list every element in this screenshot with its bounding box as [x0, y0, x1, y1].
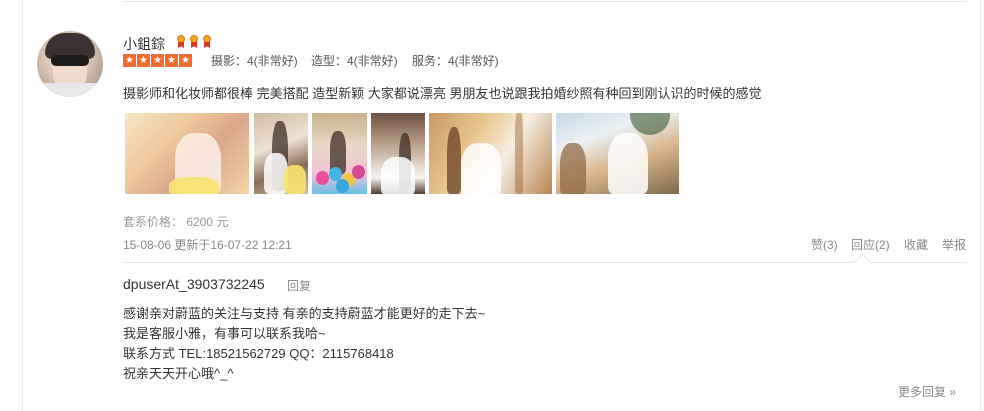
review-timestamp: 15-08-06 更新于16-07-22 12:21: [123, 238, 292, 252]
more-replies-link[interactable]: 更多回复 »: [898, 383, 956, 400]
medal-icon: [201, 35, 213, 49]
report-button[interactable]: 举报: [942, 236, 966, 253]
star-rating: ★ ★ ★ ★ ★: [123, 54, 192, 67]
medal-icon: [175, 35, 187, 49]
favorite-button[interactable]: 收藏: [904, 236, 928, 253]
divider-reply: [123, 262, 967, 263]
star-icon: ★: [179, 54, 192, 67]
reply-text-line: 联系方式 TEL:18521562729 QQ：2115768418: [123, 346, 394, 361]
review-photo[interactable]: [556, 113, 679, 194]
star-icon: ★: [123, 54, 136, 67]
review-photo[interactable]: [312, 113, 367, 194]
reply-pointer: [853, 253, 872, 272]
score-styling: 造型：4(非常好): [311, 54, 398, 68]
reply-text-line: 感谢亲对蔚蓝的关注与支持 有亲的支持蔚蓝才能更好的走下去~: [123, 306, 486, 321]
reply-text-line: 祝亲天天开心哦^_^: [123, 366, 234, 381]
reply-username[interactable]: dpuserAt_3903732245: [123, 276, 265, 292]
reply-text-line: 我是客服小雅，有事可以联系我哈~: [123, 326, 326, 341]
score-photography: 摄影：4(非常好): [211, 54, 298, 68]
star-icon: ★: [151, 54, 164, 67]
like-button[interactable]: 赞(3): [811, 236, 838, 253]
reply-button[interactable]: 回复: [287, 277, 311, 294]
page-border-right: [980, 0, 981, 411]
review-photo[interactable]: [254, 113, 308, 194]
medal-icon: [188, 35, 200, 49]
star-icon: ★: [137, 54, 150, 67]
reply-count-button[interactable]: 回应(2): [851, 236, 890, 253]
page-border-left: [22, 0, 23, 411]
user-medals: [175, 35, 213, 49]
review-photo[interactable]: [371, 113, 425, 194]
review-comment: 摄影师和化妆师都很棒 完美搭配 造型新颖 大家都说漂亮 男朋友也说跟我拍婚纱照有…: [123, 86, 762, 101]
avatar[interactable]: [37, 31, 103, 97]
score-service: 服务：4(非常好): [412, 54, 499, 68]
review-photo[interactable]: [125, 113, 249, 194]
review-photo[interactable]: [429, 113, 552, 194]
review-username[interactable]: 小鉏錝: [123, 34, 165, 54]
divider-top: [123, 1, 967, 2]
star-icon: ★: [165, 54, 178, 67]
package-price: 套系价格： 6200 元: [123, 215, 229, 229]
